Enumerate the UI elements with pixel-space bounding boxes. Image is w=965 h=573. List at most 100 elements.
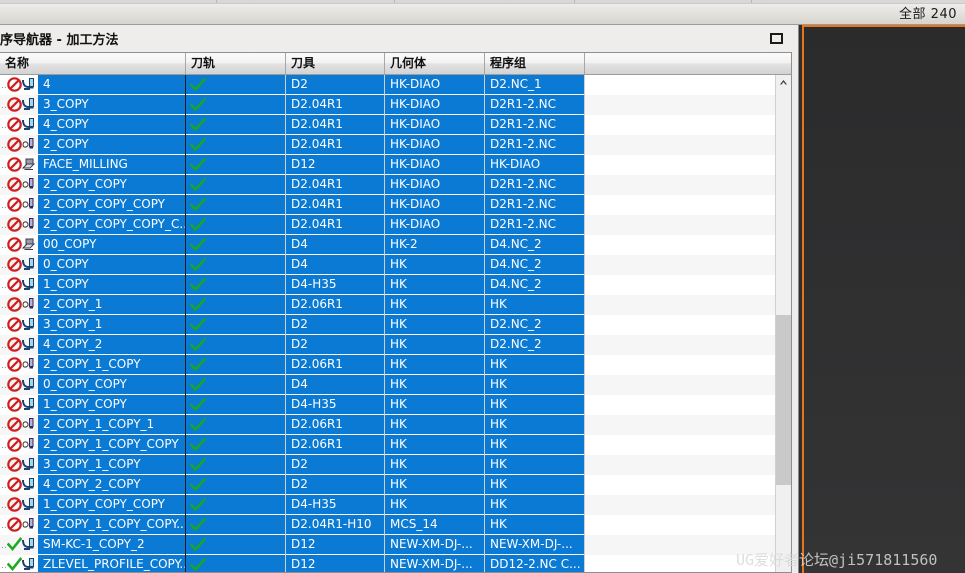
column-header-toolpath[interactable]: 刀轨: [186, 53, 286, 74]
table-row[interactable]: .. 3_COPY_1 D2 HK D2.NC_2: [0, 315, 775, 335]
row-icons[interactable]: ..: [0, 335, 38, 355]
blocked-icon: [7, 457, 22, 472]
scroll-up-button[interactable]: [776, 75, 791, 91]
row-icons[interactable]: ..: [0, 255, 38, 275]
table-row[interactable]: .. 4_COPY D2.04R1 HK-DIAO D2R1-2.NC: [0, 115, 775, 135]
toolpath-ok-icon: [190, 317, 206, 332]
toolpath-ok-icon: [190, 257, 206, 272]
table-row[interactable]: .. FACE_MILLING D12 HK-DIAO HK-DIAO: [0, 155, 775, 175]
table-row[interactable]: .. 1_COPY_COPY_COPY D4-H35 HK HK: [0, 495, 775, 515]
row-icons[interactable]: ..: [0, 395, 38, 415]
cell-name: 2_COPY: [43, 137, 89, 151]
table-row[interactable]: .. 2_COPY_1_COPY_1 D2.06R1 HK HK: [0, 415, 775, 435]
table-row[interactable]: .. SM-KC-1_COPY_2 D12 NEW-XM-DJ-... NEW-XM-D…: [0, 535, 775, 555]
cell-name: 3_COPY_1: [43, 317, 103, 331]
row-icons[interactable]: ..: [0, 155, 38, 175]
graphics-viewport[interactable]: [802, 25, 965, 573]
table-row[interactable]: .. 0_COPY_COPY D4 HK HK: [0, 375, 775, 395]
contour-milling-icon: [22, 498, 34, 510]
contour-milling-icon: [22, 538, 34, 550]
table-row[interactable]: .. 0_COPY D4 HK D4.NC_2: [0, 255, 775, 275]
row-icons[interactable]: ..: [0, 175, 38, 195]
cell-program: NEW-XM-DJ-...: [490, 537, 573, 551]
table-row[interactable]: .. 1_COPY_COPY D4-H35 HK HK: [0, 395, 775, 415]
row-icons[interactable]: ..: [0, 235, 38, 255]
cell-program: D2R1-2.NC: [490, 217, 556, 231]
table-row[interactable]: .. 2_COPY_1_COPY_COPY D2.06R1 HK HK: [0, 435, 775, 455]
row-icons[interactable]: ..: [0, 355, 38, 375]
row-icons[interactable]: ..: [0, 275, 38, 295]
vertical-scrollbar[interactable]: [775, 75, 791, 572]
column-header-geometry[interactable]: 几何体: [385, 53, 485, 74]
tree-connector: ..: [1, 361, 7, 371]
row-icons[interactable]: ..: [0, 115, 38, 135]
contour-milling-icon: [22, 558, 34, 570]
blocked-icon: [7, 117, 22, 132]
toolbar-separator: [216, 0, 217, 3]
row-icons[interactable]: ..: [0, 315, 38, 335]
row-icons[interactable]: ..: [0, 215, 38, 235]
row-icons[interactable]: ..: [0, 435, 38, 455]
cell-name: 2_COPY_1_COPY: [43, 357, 141, 371]
drill-operation-icon: [22, 358, 34, 369]
table-row[interactable]: .. 4_COPY_2_COPY D2 HK HK: [0, 475, 775, 495]
all-count-label: 全部 240: [899, 7, 957, 22]
table-row[interactable]: .. 1_COPY D4-H35 HK D4.NC_2: [0, 275, 775, 295]
cell-tool: D2.04R1-H10: [291, 517, 372, 531]
drill-operation-icon: [22, 218, 34, 229]
cell-geometry: NEW-XM-DJ-...: [390, 537, 473, 551]
table-row[interactable]: .. 2_COPY_COPY_COPY D2.04R1 HK-DIAO D2R1-2.N…: [0, 195, 775, 215]
row-icons[interactable]: ..: [0, 455, 38, 475]
blocked-icon: [7, 357, 22, 372]
table-row[interactable]: .. 2_COPY D2.04R1 HK-DIAO D2R1-2.NC: [0, 135, 775, 155]
row-icons[interactable]: ..: [0, 195, 38, 215]
table-row[interactable]: .. 2_COPY_COPY_COPY_C... D2.04R1 HK-DIAO D2R…: [0, 215, 775, 235]
cell-tool: D2.06R1: [291, 297, 343, 311]
cell-program: HK: [490, 437, 507, 451]
tree-connector: ..: [1, 201, 7, 211]
drill-operation-icon: [22, 418, 34, 429]
table-row[interactable]: .. 00_COPY D4 HK-2 D4.NC_2: [0, 235, 775, 255]
blocked-icon: [7, 417, 22, 432]
row-icons[interactable]: ..: [0, 475, 38, 495]
table-row[interactable]: .. 2_COPY_1 D2.06R1 HK HK: [0, 295, 775, 315]
toolpath-ok-icon: [190, 437, 206, 452]
restore-window-button[interactable]: [768, 32, 786, 47]
cell-geometry: HK: [390, 257, 407, 271]
row-icons[interactable]: ..: [0, 555, 38, 572]
table-row[interactable]: .. 2_COPY_COPY D2.04R1 HK-DIAO D2R1-2.NC: [0, 175, 775, 195]
cell-geometry: HK: [390, 397, 407, 411]
row-icons[interactable]: ..: [0, 95, 38, 115]
column-divider-toolpath: [185, 75, 186, 572]
contour-milling-icon: [22, 98, 34, 110]
column-header-program[interactable]: 程序组: [485, 53, 585, 74]
row-icons[interactable]: ..: [0, 295, 38, 315]
row-icons[interactable]: ..: [0, 135, 38, 155]
table-row[interactable]: .. 2_COPY_1_COPY D2.06R1 HK HK: [0, 355, 775, 375]
column-header-tool[interactable]: 刀具: [286, 53, 385, 74]
table-row[interactable]: .. 4_COPY_2 D2 HK D2.NC_2: [0, 335, 775, 355]
row-icons[interactable]: ..: [0, 415, 38, 435]
column-header-extra[interactable]: [585, 53, 775, 74]
cell-name: 2_COPY_1_COPY_COPY: [43, 437, 179, 451]
table-row[interactable]: .. 3_COPY D2.04R1 HK-DIAO D2R1-2.NC: [0, 95, 775, 115]
blocked-icon: [7, 217, 22, 232]
cell-program: D2R1-2.NC: [490, 137, 556, 151]
drill-operation-icon: [22, 518, 34, 529]
drill-operation-icon: [22, 138, 34, 149]
table-row[interactable]: .. 2_COPY_1_COPY_COPY... D2.04R1-H10 MCS_14…: [0, 515, 775, 535]
row-icons[interactable]: ..: [0, 515, 38, 535]
row-icons[interactable]: ..: [0, 535, 38, 555]
table-row[interactable]: .. ZLEVEL_PROFILE_COPY... D12 NEW-XM-DJ-...…: [0, 555, 775, 572]
row-icons[interactable]: ..: [0, 495, 38, 515]
row-icons[interactable]: ..: [0, 75, 38, 95]
row-icons[interactable]: ..: [0, 375, 38, 395]
cell-geometry: MCS_14: [390, 517, 438, 531]
column-header-name[interactable]: 名称: [0, 53, 186, 74]
contour-milling-icon: [22, 118, 34, 130]
table-row[interactable]: .. 3_COPY_1_COPY D2 HK HK: [0, 455, 775, 475]
scrollbar-thumb[interactable]: [776, 315, 791, 485]
table-row[interactable]: .. 4 D2 HK-DIAO D2.NC_1: [0, 75, 775, 95]
table-body[interactable]: .. 4 D2 HK-DIAO D2.NC_1.. 3_COPY D2.04R1 HK-DIA…: [0, 75, 775, 572]
cell-geometry: HK-DIAO: [390, 77, 441, 91]
